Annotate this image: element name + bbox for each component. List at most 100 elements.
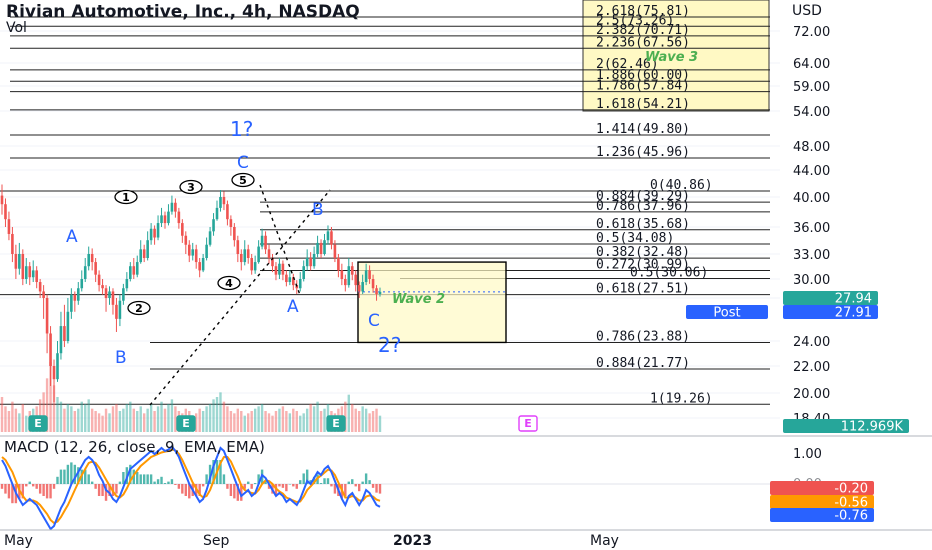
candle-body xyxy=(11,233,14,254)
macd-histogram-bar xyxy=(115,484,118,494)
fib-ext-label-9: 1.236(45.96) xyxy=(596,145,690,160)
time-axis[interactable]: May Sep 2023 May xyxy=(0,529,932,549)
candle-body xyxy=(212,219,215,232)
candle-body xyxy=(42,291,45,298)
macd-histogram-bar xyxy=(285,484,288,492)
candle-body xyxy=(250,258,253,271)
volume-bar xyxy=(271,415,274,432)
candle-body xyxy=(18,254,21,269)
volume-bar xyxy=(7,411,11,432)
price-tick-label: 44.00 xyxy=(793,164,830,179)
wave-label-5: A xyxy=(287,297,299,317)
candle-body xyxy=(354,274,358,286)
volume-bar xyxy=(201,411,205,432)
volume-bar xyxy=(285,411,288,432)
chart-canvas[interactable]: 2.618(75.81)2.5(73.26)2.382(70.71)2.236(… xyxy=(0,0,932,550)
volume-bar xyxy=(63,408,66,432)
macd-histogram-bar xyxy=(56,476,59,484)
fib-ext-label-6: 1.786(57.84) xyxy=(596,79,690,94)
wave3-annotation: Wave 3 xyxy=(645,50,698,65)
volume-bar xyxy=(198,408,201,432)
macd-histogram-bar xyxy=(0,484,4,489)
volume-bar xyxy=(163,408,167,432)
volume-bar xyxy=(316,401,319,432)
candle-body xyxy=(340,270,344,279)
macd-histogram-bar xyxy=(167,481,170,484)
macd-histogram-bar xyxy=(66,464,70,484)
candle-body xyxy=(198,262,201,271)
volume-bar xyxy=(11,401,14,432)
volume-bar xyxy=(21,404,25,432)
time-tick-label: Sep xyxy=(203,533,230,549)
macd-histogram-bar xyxy=(49,484,52,499)
fib-ext-label-8: 1.414(49.80) xyxy=(596,122,690,137)
macd-line xyxy=(1,445,381,531)
candle-body xyxy=(194,249,198,263)
macd-histogram-bar xyxy=(205,474,208,484)
volume-bar xyxy=(260,404,264,432)
macd-histogram-bar xyxy=(253,483,257,484)
macd-histogram-bar xyxy=(170,479,174,484)
volume-bar xyxy=(84,404,87,432)
volume-bar xyxy=(104,408,108,432)
candle-body xyxy=(288,277,292,283)
currency-label[interactable]: USD xyxy=(792,3,822,19)
candle-body xyxy=(215,207,219,220)
volume-bar xyxy=(354,408,357,432)
volume-bar xyxy=(278,408,281,432)
candle-body xyxy=(153,228,156,238)
volume-bar xyxy=(357,411,361,432)
candle-body xyxy=(236,240,240,254)
macd-histogram-bar xyxy=(7,484,11,499)
macd-histogram-bar xyxy=(330,484,333,487)
candle-body xyxy=(14,254,18,269)
candle-body xyxy=(260,235,264,247)
fib-retb-label-0: 0.786(23.88) xyxy=(596,329,690,344)
volume-bar xyxy=(111,406,115,432)
price-tick-label: 24.00 xyxy=(793,335,830,350)
volume-bar xyxy=(160,401,163,432)
candle-body xyxy=(371,279,375,289)
macd-histogram-bar xyxy=(375,484,378,493)
candle-body xyxy=(281,263,285,275)
candle-body xyxy=(264,235,267,250)
macd-histogram-bar xyxy=(139,474,142,484)
macd-tick-label: 1.00 xyxy=(793,447,822,462)
candle-body xyxy=(135,262,139,275)
macd-histogram-bar xyxy=(368,480,371,484)
volume-bar xyxy=(129,401,132,432)
volume-bar xyxy=(288,413,292,432)
macd-histogram-bar xyxy=(302,473,305,484)
earnings-marker-label: E xyxy=(332,417,340,430)
volume-bar xyxy=(56,397,59,432)
macd-histogram-bar xyxy=(174,484,177,485)
volume-bar xyxy=(253,408,257,432)
candle-body xyxy=(118,300,122,319)
post-price-tag: 27.91 xyxy=(835,306,872,321)
candle-body xyxy=(205,244,208,259)
price-tick-label: 30.00 xyxy=(793,273,830,288)
volume-bar xyxy=(142,413,146,432)
macd-histogram-bar xyxy=(364,473,368,484)
candle-body xyxy=(31,270,35,278)
macd-label[interactable]: MACD (12, 26, close, 9, EMA, EMA) xyxy=(4,438,265,456)
wave-label-7: 2? xyxy=(378,333,401,357)
candle-body xyxy=(94,262,97,275)
macd-histogram-bar xyxy=(250,484,253,489)
volume-bar xyxy=(136,411,139,432)
volume-bar xyxy=(59,401,63,432)
volume-bar xyxy=(25,415,28,432)
macd-histogram-bar xyxy=(233,484,236,499)
wave-label-2: 1? xyxy=(230,117,253,141)
macd-histogram-bar xyxy=(326,478,330,484)
price-tick-label: 40.00 xyxy=(793,191,830,206)
macd-histogram-bar xyxy=(63,469,66,484)
macd-histogram-bar xyxy=(184,484,187,496)
volume-bar xyxy=(167,404,170,432)
price-tick-label: 72.00 xyxy=(793,25,830,40)
fib-ret-label-8: 0.618(27.51) xyxy=(596,282,690,297)
macd-histogram-bar xyxy=(90,481,94,484)
volume-bar xyxy=(125,404,129,432)
candle-body xyxy=(149,228,153,241)
candle-body xyxy=(184,235,188,245)
